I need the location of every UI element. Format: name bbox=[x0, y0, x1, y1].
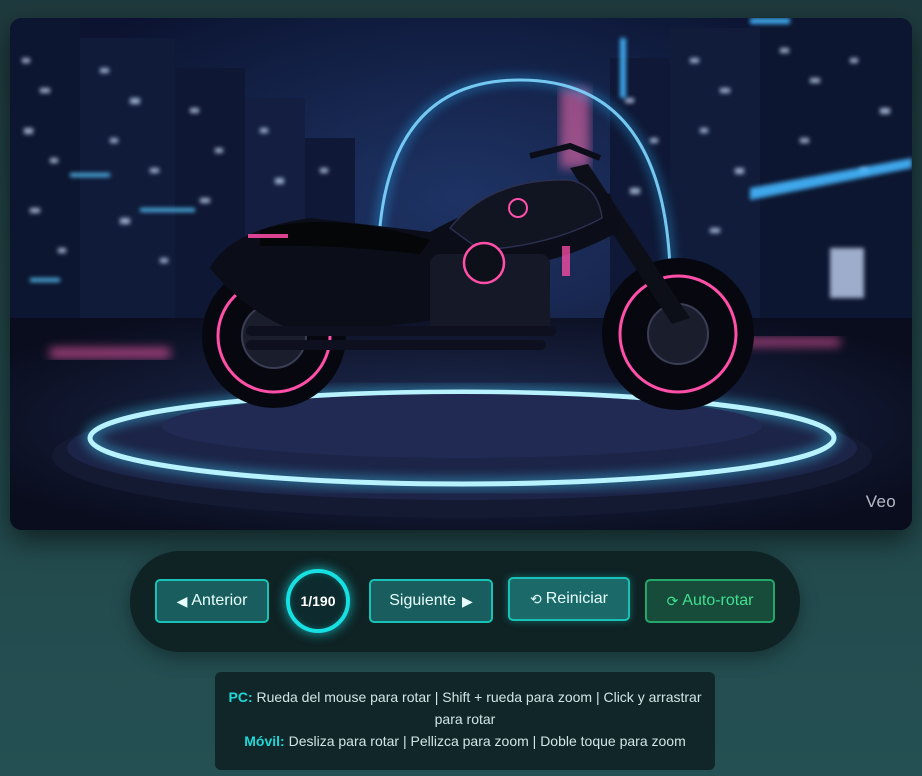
next-button[interactable]: Siguiente ▶ bbox=[369, 579, 493, 623]
rotate-icon: ⟳ bbox=[666, 592, 679, 609]
veo-watermark: Veo bbox=[865, 492, 896, 511]
reset-label: Reiniciar bbox=[545, 590, 608, 607]
auto-rotate-label: Auto-rotar bbox=[682, 592, 754, 609]
mobile-instructions: Móvil: Desliza para rotar | Pellizca par… bbox=[215, 730, 715, 752]
previous-label: Anterior bbox=[191, 592, 248, 609]
instructions-panel: PC: Rueda del mouse para rotar | Shift +… bbox=[215, 672, 715, 770]
reset-icon: ⟲ bbox=[530, 590, 542, 607]
mobile-text: Desliza para rotar | Pellizca para zoom … bbox=[288, 733, 686, 749]
arrow-right-icon: ▶ bbox=[461, 592, 473, 609]
auto-rotate-button[interactable]: ⟳ Auto-rotar bbox=[645, 579, 775, 623]
pc-label: PC: bbox=[228, 689, 253, 705]
frame-counter: 1/190 bbox=[286, 569, 350, 633]
neon-platform bbox=[52, 385, 872, 518]
motorcycle-image[interactable] bbox=[10, 18, 912, 530]
previous-button[interactable]: ◀ Anterior bbox=[155, 579, 269, 623]
product-viewer[interactable]: Veo bbox=[10, 18, 912, 530]
arrow-left-icon: ◀ bbox=[176, 592, 188, 609]
reset-button[interactable]: ⟲ Reiniciar bbox=[508, 577, 630, 621]
mobile-label: Móvil: bbox=[244, 733, 285, 749]
pc-instructions: PC: Rueda del mouse para rotar | Shift +… bbox=[215, 686, 715, 730]
next-label: Siguiente bbox=[389, 592, 456, 609]
pc-text: Rueda del mouse para rotar | Shift + rue… bbox=[256, 689, 702, 727]
